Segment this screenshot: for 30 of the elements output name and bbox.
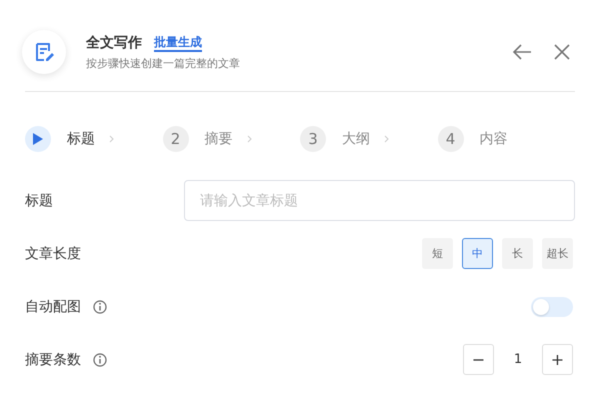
field-label: 摘要条数 bbox=[25, 350, 81, 368]
step-label[interactable]: 摘要 bbox=[204, 130, 232, 148]
increment-button[interactable]: + bbox=[542, 344, 573, 375]
decrement-button[interactable]: − bbox=[463, 344, 494, 375]
field-label: 自动配图 bbox=[25, 298, 81, 316]
count-value: 1 bbox=[512, 352, 524, 367]
chevron-icon bbox=[246, 135, 252, 143]
toggle-switch[interactable] bbox=[531, 296, 573, 316]
info-icon[interactable] bbox=[93, 352, 107, 366]
panel-subtitle: 按步骤快速创建一篇完整的文章 bbox=[86, 56, 241, 70]
step-number: 3 bbox=[300, 126, 326, 152]
length-option[interactable]: 中 bbox=[462, 238, 493, 269]
batch-link[interactable]: 批量生成 bbox=[154, 34, 202, 52]
step-label[interactable]: 标题 bbox=[67, 130, 95, 148]
close-icon[interactable] bbox=[553, 43, 571, 61]
step-number: 4 bbox=[438, 126, 464, 152]
step-number: 2 bbox=[162, 126, 188, 152]
step-label[interactable]: 内容 bbox=[480, 130, 508, 148]
panel-title: 全文写作 bbox=[86, 34, 142, 52]
length-option[interactable]: 短 bbox=[422, 238, 453, 269]
info-icon[interactable] bbox=[93, 300, 107, 314]
chevron-icon bbox=[384, 135, 389, 143]
edit-icon bbox=[22, 30, 66, 74]
length-option[interactable]: 超长 bbox=[542, 238, 573, 269]
field-label: 文章长度 bbox=[25, 244, 81, 262]
chevron-icon bbox=[109, 135, 114, 143]
step-label[interactable]: 大纲 bbox=[342, 130, 370, 148]
field-label: 标题 bbox=[25, 192, 53, 210]
title-input[interactable]: 请输入文章标题 bbox=[184, 180, 575, 221]
length-option[interactable]: 长 bbox=[502, 238, 533, 269]
